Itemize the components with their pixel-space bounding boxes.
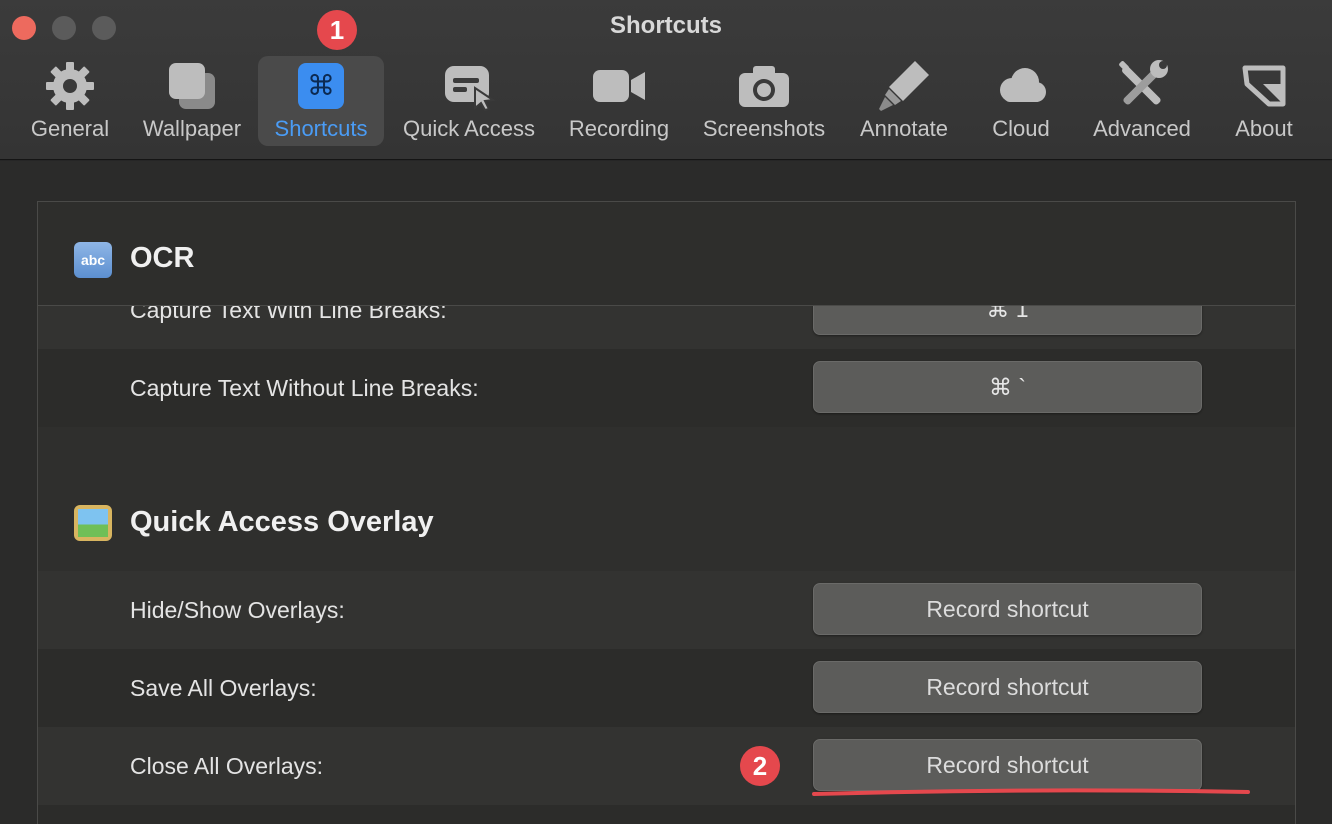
section-title-ocr: OCR <box>130 242 195 274</box>
list-item: Save All Overlays: Record shortcut <box>38 649 1295 727</box>
row-label: Capture Text Without Line Breaks: <box>130 375 479 401</box>
annotation-badge-2: 2 <box>740 746 780 786</box>
record-shortcut-button[interactable]: Record shortcut <box>813 739 1202 791</box>
section-header-ocr: abc OCR <box>38 202 1295 306</box>
camera-icon <box>736 58 792 114</box>
abc-icon-label: abc <box>80 252 106 268</box>
tab-shortcuts[interactable]: ⌘ Shortcuts <box>258 56 384 146</box>
section-title-quick-access: Quick Access Overlay <box>130 506 434 538</box>
row-label: Close All Overlays: <box>130 753 324 779</box>
tab-recording[interactable]: Recording <box>560 56 678 146</box>
tab-annotate[interactable]: Annotate <box>852 56 956 146</box>
tab-cloud[interactable]: Cloud <box>982 56 1060 146</box>
list-item <box>38 805 1295 824</box>
tab-general[interactable]: General <box>22 56 118 146</box>
quick-access-icon <box>441 58 497 114</box>
tab-quick-access[interactable]: Quick Access <box>394 56 544 146</box>
picture-icon <box>74 505 112 541</box>
record-shortcut-button[interactable]: Record shortcut <box>813 661 1202 713</box>
svg-text:⌘: ⌘ <box>307 69 335 102</box>
abc-icon: abc <box>74 242 112 278</box>
about-icon <box>1236 58 1292 114</box>
tab-advanced[interactable]: Advanced <box>1086 56 1198 146</box>
cloud-icon <box>993 58 1049 114</box>
tab-about[interactable]: About <box>1226 56 1302 146</box>
gear-icon <box>42 58 98 114</box>
record-shortcut-button[interactable]: Record shortcut <box>813 583 1202 635</box>
highlighter-icon <box>876 58 932 114</box>
list-item: Hide/Show Overlays: Record shortcut <box>38 571 1295 649</box>
video-camera-icon <box>591 58 647 114</box>
command-key-icon: ⌘ <box>293 58 349 114</box>
row-label: Save All Overlays: <box>130 675 317 701</box>
tools-icon <box>1114 58 1170 114</box>
row-label: Hide/Show Overlays: <box>130 597 345 623</box>
section-header-quick-access: Quick Access Overlay <box>38 482 1295 572</box>
tab-wallpaper[interactable]: Wallpaper <box>136 56 248 146</box>
annotation-badge-1: 1 <box>317 10 357 50</box>
title-bar: Shortcuts General Wallpaper ⌘ Shortcuts … <box>0 0 1332 160</box>
window-title: Shortcuts <box>609 12 722 39</box>
list-item: Capture Text Without Line Breaks: ⌘ ` <box>38 349 1295 427</box>
shortcut-recorder-button[interactable]: ⌘ ` <box>813 361 1202 413</box>
annotation-underline <box>812 788 1250 796</box>
shortcuts-panel: Capture Text With Line Breaks: ⌘ 1 abc O… <box>37 201 1296 824</box>
tab-screenshots[interactable]: Screenshots <box>694 56 834 146</box>
wallpaper-icon <box>164 58 220 114</box>
